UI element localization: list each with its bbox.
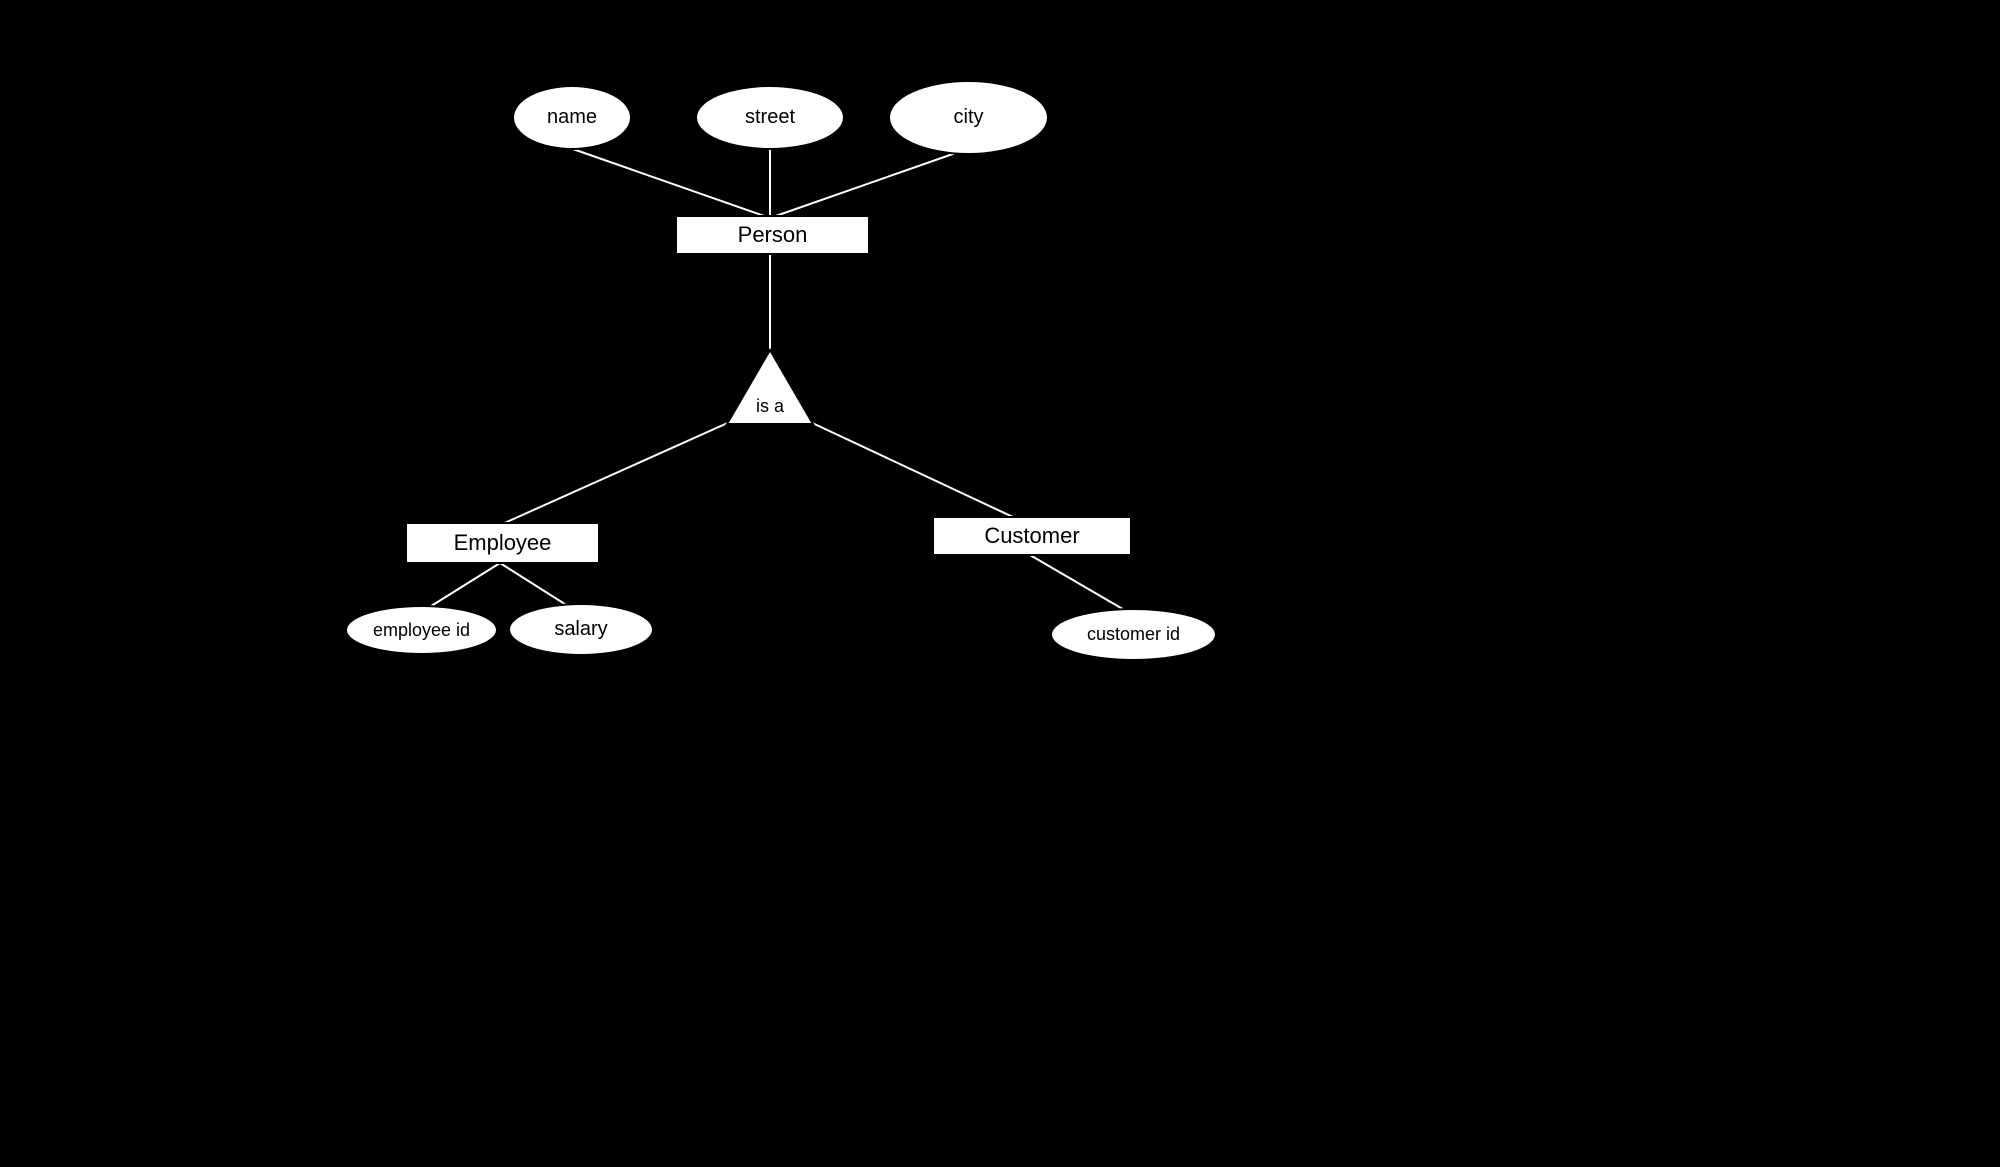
attribute-employee-id: employee id <box>345 605 498 655</box>
attribute-name: name <box>512 85 632 150</box>
entity-person: Person <box>675 215 870 255</box>
er-diagram: name street city Person is a Employee Cu… <box>0 0 1465 855</box>
isa-label: is a <box>725 396 815 417</box>
isa-triangle: is a <box>725 348 815 428</box>
entity-employee: Employee <box>405 522 600 564</box>
attribute-salary: salary <box>508 603 654 656</box>
attribute-street: street <box>695 85 845 150</box>
attribute-customer-id: customer id <box>1050 608 1217 661</box>
attribute-city: city <box>888 80 1049 155</box>
entity-customer: Customer <box>932 516 1132 556</box>
